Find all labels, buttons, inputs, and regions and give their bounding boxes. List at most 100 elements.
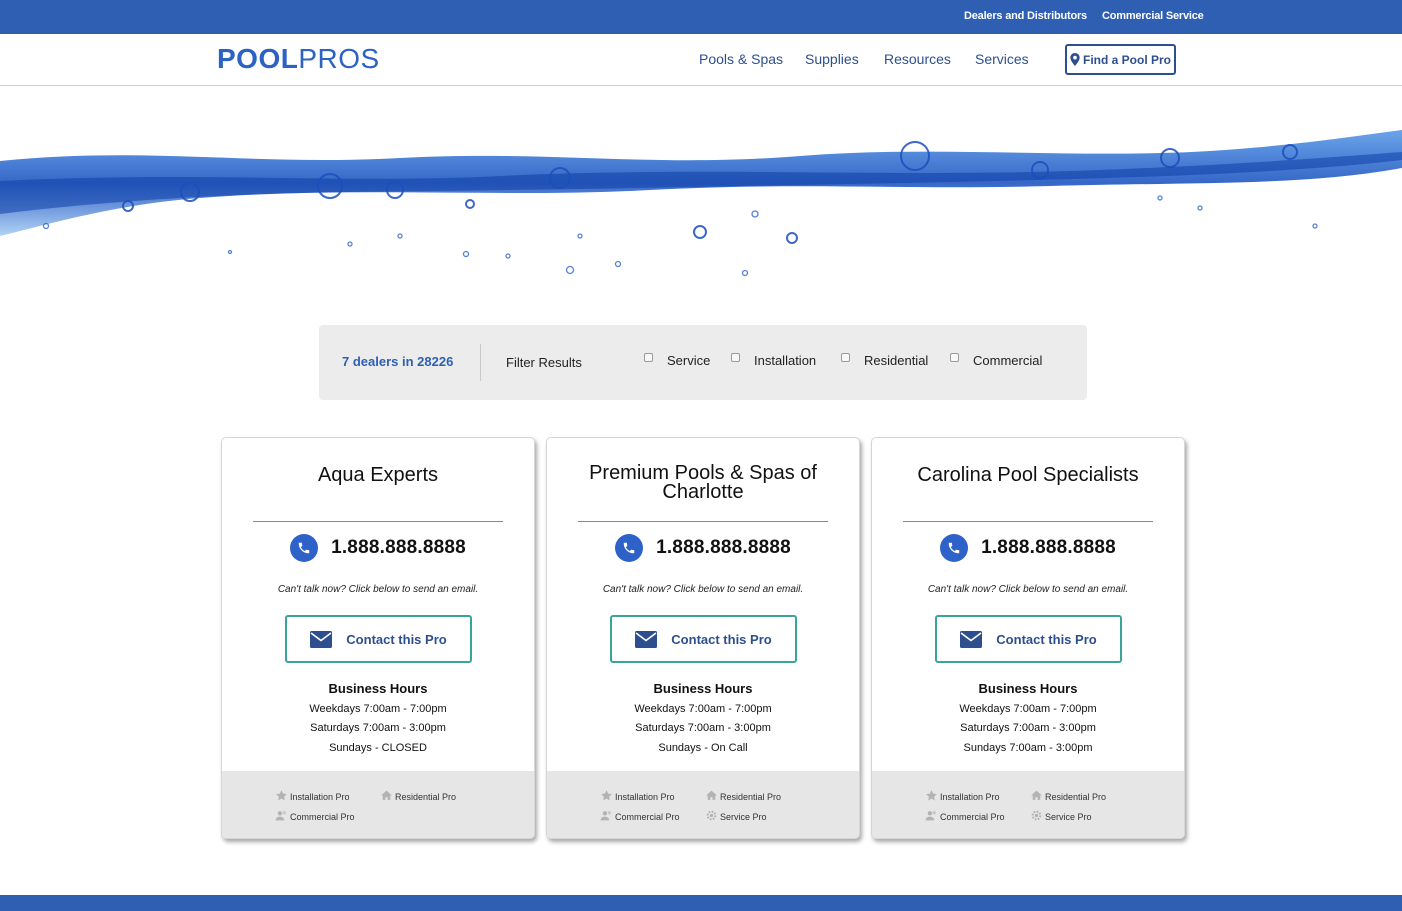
find-pool-pro-label: Find a Pool Pro xyxy=(1082,52,1171,67)
badge-service-pro: Service Pro xyxy=(1030,809,1092,822)
installation-checkbox[interactable] xyxy=(731,353,740,362)
residential-checkbox[interactable] xyxy=(841,353,850,362)
phone-row[interactable]: 1.888.888.8888 xyxy=(872,534,1184,562)
filter-commercial[interactable]: Commercial xyxy=(950,353,1042,368)
filter-commercial-label: Commercial xyxy=(973,353,1043,368)
hours-saturdays: Saturdays 7:00am - 3:00pm xyxy=(635,722,771,734)
water-hero-image xyxy=(0,86,1402,306)
badge-service-pro: Service Pro xyxy=(705,809,767,822)
filter-residential[interactable]: Residential xyxy=(841,353,928,368)
badge-residential-pro: Residential Pro xyxy=(705,789,781,802)
email-note: Can't talk now? Click below to send an e… xyxy=(927,584,1129,595)
badge-label: Commercial Pro xyxy=(940,812,1005,822)
house-icon xyxy=(381,790,392,800)
badge-commercial-pro: Commercial Pro xyxy=(275,809,355,822)
commercial-checkbox[interactable] xyxy=(950,353,959,362)
filter-residential-label: Residential xyxy=(864,353,929,368)
phone-number[interactable]: 1.888.888.8888 xyxy=(981,537,1116,559)
dealer-count: 7 dealers in 28226 xyxy=(342,354,454,369)
phone-row[interactable]: 1.888.888.8888 xyxy=(222,534,534,562)
hours-saturdays: Saturdays 7:00am - 3:00pm xyxy=(960,722,1096,734)
badge-label: Installation Pro xyxy=(615,792,675,802)
filter-bar: 7 dealers in 28226 Filter Results Servic… xyxy=(319,325,1087,400)
contact-pro-button[interactable]: Contact this Pro xyxy=(935,615,1122,663)
badge-label: Residential Pro xyxy=(395,792,457,802)
utility-bar: Dealers and Distributors Commercial Serv… xyxy=(0,0,1402,34)
card-divider xyxy=(578,521,828,522)
filter-installation-label: Installation xyxy=(754,353,817,368)
users-icon xyxy=(925,811,936,821)
find-pool-pro-button[interactable]: Find a Pool Pro xyxy=(1065,44,1176,75)
email-note: Can't talk now? Click below to send an e… xyxy=(277,584,479,595)
badge-installation-pro: Installation Pro xyxy=(275,789,350,802)
filter-service-label: Service xyxy=(667,353,711,368)
nav-pools-spas[interactable]: Pools & Spas xyxy=(699,51,783,67)
dealer-card: Carolina Pool Specialists 1.888.888.8888… xyxy=(871,437,1185,839)
dealer-card: Premium Pools & Spas of Charlotte 1.888.… xyxy=(546,437,860,839)
phone-number[interactable]: 1.888.888.8888 xyxy=(656,537,791,559)
email-note: Can't talk now? Click below to send an e… xyxy=(602,584,804,595)
dealer-name: Aqua Experts xyxy=(317,464,439,486)
star-icon xyxy=(601,790,612,801)
hours-sundays: Sundays - CLOSED xyxy=(329,742,427,754)
badge-installation-pro: Installation Pro xyxy=(600,789,675,802)
contact-pro-button[interactable]: Contact this Pro xyxy=(610,615,797,663)
nav-services[interactable]: Services xyxy=(975,51,1029,67)
badge-commercial-pro: Commercial Pro xyxy=(925,809,1005,822)
commercial-service-link[interactable]: Commercial Service xyxy=(1102,10,1204,22)
contact-pro-label: Contact this Pro xyxy=(996,631,1097,647)
filter-installation[interactable]: Installation xyxy=(731,353,816,368)
dealer-card: Aqua Experts 1.888.888.8888 Can't talk n… xyxy=(221,437,535,839)
poolpros-logo[interactable]: POOLPROS xyxy=(217,44,380,74)
envelope-icon xyxy=(960,630,983,648)
phone-row[interactable]: 1.888.888.8888 xyxy=(547,534,859,562)
main-navbar: POOLPROS Pools & Spas Supplies Resources… xyxy=(0,34,1402,86)
badge-label: Residential Pro xyxy=(720,792,782,802)
badge-label: Installation Pro xyxy=(940,792,1000,802)
phone-icon xyxy=(940,534,969,562)
map-pin-icon xyxy=(1070,53,1080,66)
card-footer: Installation Pro Residential Pro Commerc… xyxy=(547,771,859,838)
card-footer: Installation Pro Residential Pro Commerc… xyxy=(872,771,1184,838)
filter-divider xyxy=(480,344,481,381)
service-checkbox[interactable] xyxy=(644,353,653,362)
gear-icon xyxy=(1031,810,1042,821)
badge-label: Commercial Pro xyxy=(615,812,680,822)
star-icon xyxy=(926,790,937,801)
filter-results-label: Filter Results xyxy=(506,355,582,370)
nav-supplies[interactable]: Supplies xyxy=(805,51,859,67)
gear-icon xyxy=(706,810,717,821)
badge-commercial-pro: Commercial Pro xyxy=(600,809,680,822)
logo-pros-text: PROS xyxy=(298,43,380,74)
badge-label: Commercial Pro xyxy=(290,812,355,822)
phone-icon xyxy=(290,534,319,562)
contact-pro-label: Contact this Pro xyxy=(671,631,772,647)
business-hours-title: Business Hours xyxy=(978,681,1078,696)
star-icon xyxy=(276,790,287,801)
users-icon xyxy=(275,811,286,821)
card-divider xyxy=(903,521,1153,522)
hours-weekdays: Weekdays 7:00am - 7:00pm xyxy=(959,703,1097,715)
hours-weekdays: Weekdays 7:00am - 7:00pm xyxy=(309,703,447,715)
hours-sundays: Sundays 7:00am - 3:00pm xyxy=(963,742,1093,754)
envelope-icon xyxy=(310,630,333,648)
dealer-name: Premium Pools & Spas of Charlotte xyxy=(589,462,817,503)
business-hours-title: Business Hours xyxy=(328,681,428,696)
users-icon xyxy=(600,811,611,821)
contact-pro-button[interactable]: Contact this Pro xyxy=(285,615,472,663)
hours-sundays: Sundays - On Call xyxy=(658,742,748,754)
envelope-icon xyxy=(635,630,658,648)
footer-bar xyxy=(0,895,1402,911)
dealer-name: Carolina Pool Specialists xyxy=(917,464,1139,486)
contact-pro-label: Contact this Pro xyxy=(346,631,447,647)
badge-residential-pro: Residential Pro xyxy=(1030,789,1106,802)
nav-resources[interactable]: Resources xyxy=(884,51,951,67)
card-divider xyxy=(253,521,503,522)
phone-number[interactable]: 1.888.888.8888 xyxy=(331,537,466,559)
dealers-distributors-link[interactable]: Dealers and Distributors xyxy=(964,10,1087,22)
badge-label: Installation Pro xyxy=(290,792,350,802)
phone-icon xyxy=(615,534,644,562)
hours-saturdays: Saturdays 7:00am - 3:00pm xyxy=(310,722,446,734)
filter-service[interactable]: Service xyxy=(644,353,710,368)
hours-weekdays: Weekdays 7:00am - 7:00pm xyxy=(634,703,772,715)
